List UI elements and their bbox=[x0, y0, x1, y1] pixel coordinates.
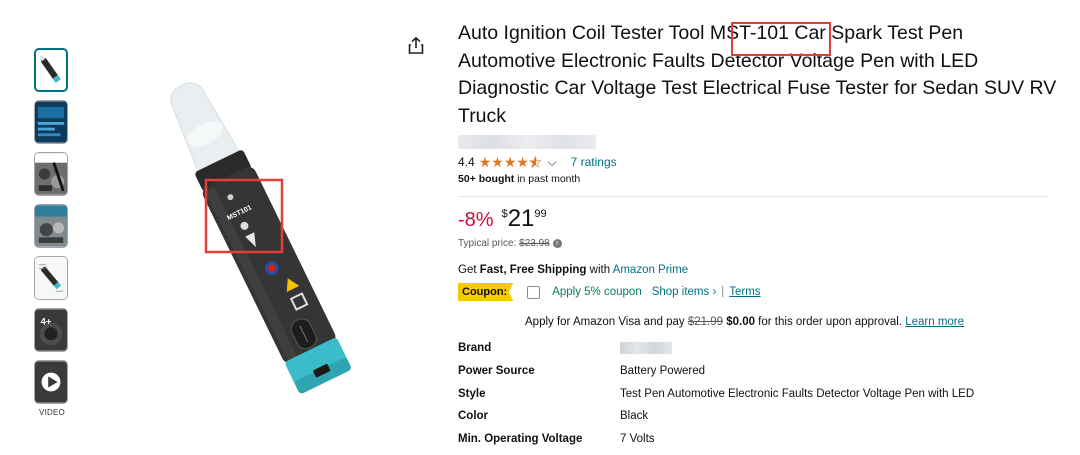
coupon-text: Apply 5% coupon bbox=[552, 286, 642, 298]
table-row: Min. Operating Voltage 7 Volts bbox=[458, 433, 974, 455]
spec-value: 7 Volts bbox=[620, 432, 655, 445]
table-row: Style Test Pen Automotive Electronic Faul… bbox=[458, 388, 974, 411]
spec-key: Min. Operating Voltage bbox=[458, 432, 583, 445]
spec-key: Style bbox=[458, 387, 486, 400]
coupon-checkbox[interactable] bbox=[527, 285, 541, 299]
visa-offer: Apply for Amazon Visa and pay $21.99 $0.… bbox=[458, 316, 1058, 328]
thumbnail-4plus[interactable]: 4+ bbox=[34, 308, 68, 352]
spec-value bbox=[620, 342, 974, 365]
spec-value: Battery Powered bbox=[620, 365, 706, 377]
spec-value: Black bbox=[620, 410, 649, 422]
coupon-row: Coupon: Apply 5% coupon Shop items › | T… bbox=[458, 282, 1058, 302]
thumbnail-diagram[interactable] bbox=[34, 256, 68, 300]
rating-stars[interactable]: ★ ★ ★ ★ ★ bbox=[478, 154, 542, 170]
price-fraction: 99 bbox=[534, 208, 547, 220]
shop-items-link[interactable]: Shop items › bbox=[652, 286, 717, 298]
star-icon: ★ bbox=[478, 154, 492, 170]
brand-blurred bbox=[620, 342, 672, 354]
table-row: Power Source Battery Powered bbox=[458, 365, 974, 388]
spec-key: Power Source bbox=[458, 365, 535, 377]
discount-percent: -8% bbox=[458, 209, 494, 231]
price-row: -8% $ 21 99 bbox=[458, 206, 1058, 236]
price-whole: 21 bbox=[507, 205, 535, 232]
star-icon: ★ bbox=[503, 154, 517, 170]
thumbnail-list: 4+ VIDEO bbox=[34, 48, 70, 417]
terms-link[interactable]: Terms bbox=[729, 286, 760, 298]
shipping-mid: with bbox=[586, 264, 613, 276]
coupon-badge: Coupon: bbox=[458, 283, 514, 301]
ratings-count-link[interactable]: 7 ratings bbox=[571, 155, 617, 169]
rating-row: 4.4 ★ ★ ★ ★ ★ ⌵ 7 ratings bbox=[458, 153, 1058, 171]
thumbnail-screen[interactable] bbox=[34, 100, 68, 144]
bought-count: 50+ bought bbox=[458, 173, 515, 185]
visa-new-price: $0.00 bbox=[726, 316, 755, 328]
product-details: Auto Ignition Coil Tester Tool MST-101 C… bbox=[458, 20, 1058, 455]
shipping-prefix: Get bbox=[458, 264, 480, 276]
rating-value: 4.4 bbox=[458, 155, 475, 169]
visa-prefix: Apply for Amazon Visa and pay bbox=[525, 316, 688, 328]
share-icon[interactable] bbox=[406, 36, 426, 56]
star-icon: ★ bbox=[491, 154, 504, 170]
product-specs-table: Brand Power Source Battery Powered Style T… bbox=[458, 342, 974, 455]
product-title: Auto Ignition Coil Tester Tool MST-101 C… bbox=[458, 20, 1058, 130]
thumbnail-video[interactable] bbox=[34, 360, 68, 404]
star-icon: ★ bbox=[516, 154, 529, 170]
half-star-icon: ★ bbox=[528, 154, 542, 170]
product-title-text: Auto Ignition Coil Tester Tool MST-101 C… bbox=[458, 22, 1057, 127]
info-icon[interactable]: i bbox=[552, 238, 562, 248]
video-label: VIDEO bbox=[39, 408, 65, 417]
amazon-prime-link[interactable]: Amazon Prime bbox=[613, 264, 688, 276]
typical-price-value: $23.98 bbox=[519, 238, 550, 249]
table-row: Brand bbox=[458, 342, 974, 365]
shipping-bold: Fast, Free Shipping bbox=[479, 264, 587, 276]
chevron-down-icon[interactable]: ⌵ bbox=[548, 155, 557, 170]
thumbnail-engine-2[interactable] bbox=[34, 204, 68, 248]
spec-key: Color bbox=[458, 410, 489, 422]
divider bbox=[458, 196, 1048, 197]
bought-suffix: in past month bbox=[514, 173, 581, 185]
thumbnail-engine[interactable] bbox=[34, 152, 68, 196]
store-link-blurred[interactable] bbox=[458, 135, 596, 149]
bought-in-past-month: 50+ bought in past month bbox=[458, 173, 1058, 185]
separator: | bbox=[721, 286, 725, 298]
spec-value: Test Pen Automotive Electronic Faults De… bbox=[620, 387, 975, 400]
visa-old-price: $21.99 bbox=[687, 316, 723, 328]
learn-more-link[interactable]: Learn more bbox=[905, 316, 964, 328]
shipping-info: Get Fast, Free Shipping with Amazon Prim… bbox=[458, 264, 1058, 276]
typical-price-label: Typical price: bbox=[458, 238, 520, 249]
thumbnail-pen[interactable] bbox=[34, 48, 68, 92]
typical-price: Typical price: $23.98 i bbox=[458, 238, 1058, 249]
svg-text:4+: 4+ bbox=[41, 315, 52, 326]
visa-suffix: for this order upon approval. bbox=[754, 316, 906, 328]
table-row: Color Black bbox=[458, 410, 974, 433]
spec-key: Brand bbox=[458, 342, 492, 354]
main-product-image[interactable]: MST101 bbox=[110, 60, 410, 410]
